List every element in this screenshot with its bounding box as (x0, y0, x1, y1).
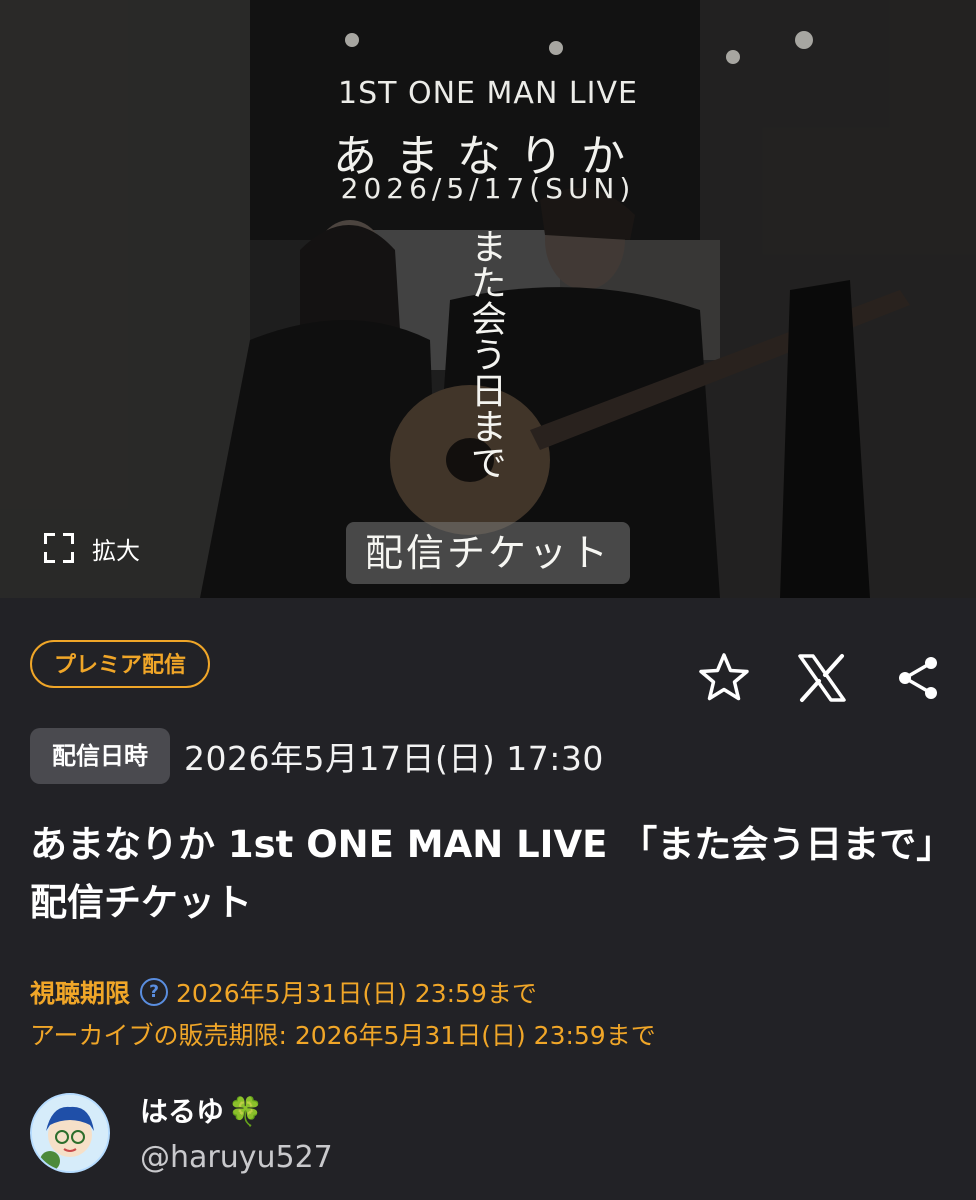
avatar-illustration (32, 1094, 108, 1171)
star-icon (699, 653, 749, 701)
expand-icon (44, 533, 74, 563)
viewing-deadline: 視聴期限 ? 2026年5月31日(日) 23:59まで (30, 974, 537, 1010)
user-handle[interactable]: @haruyu527 (140, 1140, 333, 1175)
event-title: あまなりか 1st ONE MAN LIVE 「また会う日まで」配信チケット (30, 823, 935, 924)
clover-icon: 🍀 (228, 1095, 263, 1128)
user-name[interactable]: はるゆ 🍀 (140, 1090, 333, 1130)
favorite-button[interactable] (694, 648, 754, 708)
viewing-deadline-label: 視聴期限 (30, 979, 131, 1008)
stream-datetime-value: 2026年5月17日(日) 17:30 (184, 739, 604, 778)
premium-badge: プレミア配信 (30, 640, 211, 688)
stream-datetime-row: 配信日時 2026年5月17日(日) 17:30 (30, 728, 604, 784)
share-x-button[interactable] (792, 648, 852, 708)
stream-datetime-label: 配信日時 (30, 728, 170, 784)
share-button[interactable] (888, 648, 948, 708)
poster-ticket-label: 配信チケット (346, 522, 630, 584)
user-name-text: はるゆ (140, 1095, 225, 1128)
avatar[interactable] (30, 1092, 110, 1173)
share-icon (899, 657, 937, 699)
poster-date: 2026/5/17(SUN) (340, 172, 636, 205)
zoom-label: 拡大 (92, 536, 140, 565)
zoom-button[interactable]: 拡大 (44, 528, 140, 568)
poster-vertical-title: また会う日まで (465, 228, 506, 480)
x-logo-icon (798, 654, 846, 702)
viewing-deadline-value: 2026年5月31日(日) 23:59まで (176, 979, 537, 1008)
user-profile[interactable]: はるゆ 🍀 @haruyu527 (30, 1090, 333, 1175)
archive-sale-deadline: アーカイブの販売期限: 2026年5月31日(日) 23:59まで (30, 1021, 656, 1050)
poster-subtitle: 1ST ONE MAN LIVE (338, 76, 638, 111)
event-image[interactable]: 1ST ONE MAN LIVE あまなりか 2026/5/17(SUN) また… (0, 0, 976, 598)
help-icon[interactable]: ? (140, 978, 169, 1006)
